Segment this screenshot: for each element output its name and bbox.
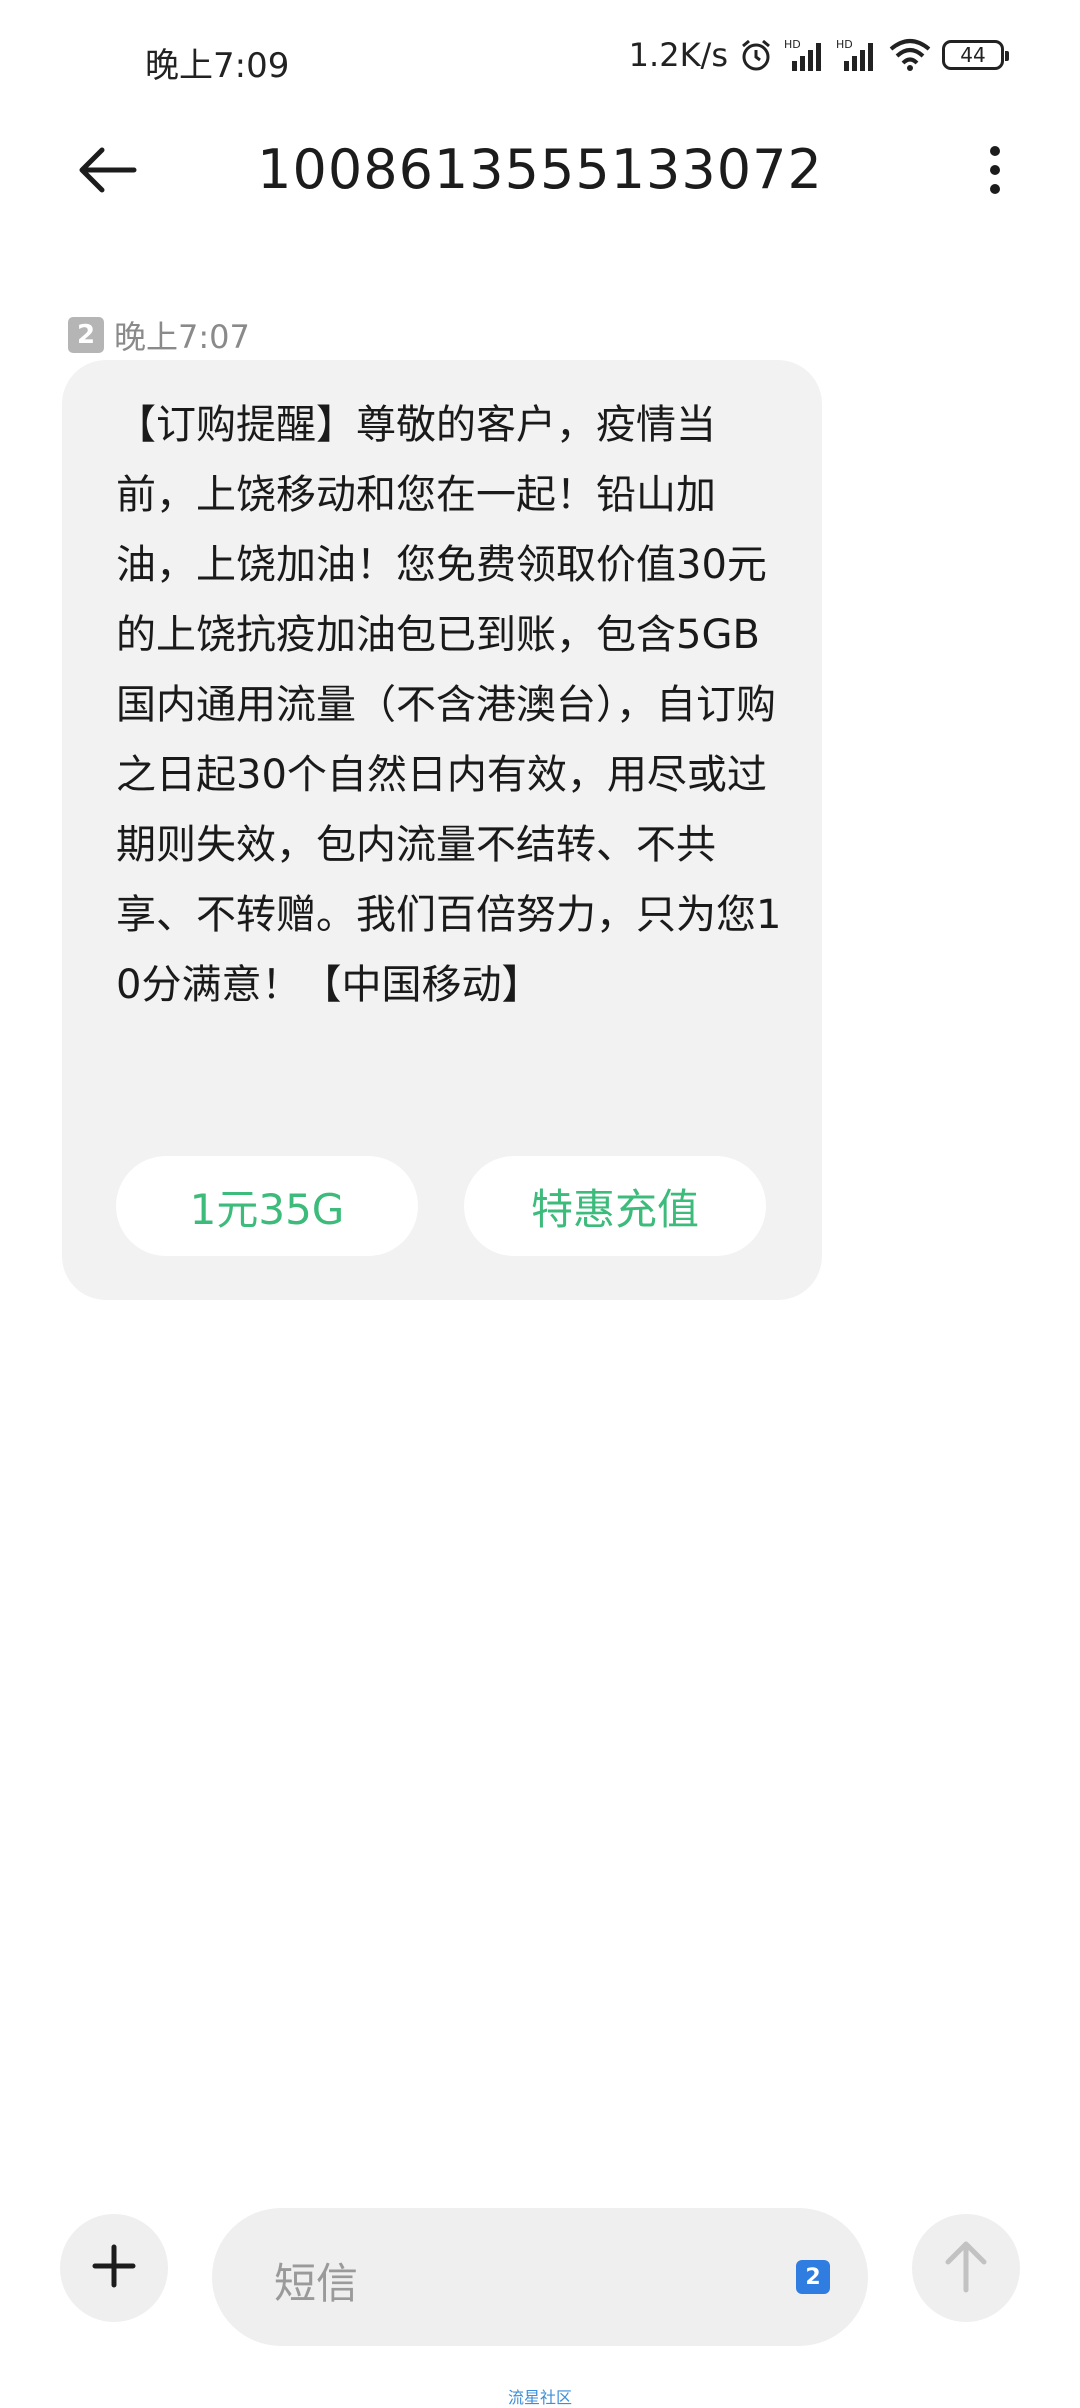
svg-text:HD: HD <box>784 38 801 51</box>
wifi-icon <box>888 37 932 73</box>
page-title: 1008613555133072 <box>257 138 823 201</box>
quick-action-button-2[interactable]: 特惠充值 <box>464 1156 766 1256</box>
hd-signal-icon: HD <box>836 37 878 73</box>
alarm-icon <box>738 37 774 73</box>
sms-placeholder: 短信 <box>274 2259 359 2308</box>
sim-slot-badge: 2 <box>68 317 104 353</box>
sms-input[interactable]: 短信 2 <box>212 2208 868 2346</box>
battery-icon: 44 <box>942 40 1009 70</box>
send-button[interactable] <box>912 2214 1020 2322</box>
sim-selector-badge[interactable]: 2 <box>796 2260 830 2294</box>
hd-signal-icon: HD <box>784 37 826 73</box>
network-speed: 1.2K/s <box>628 36 728 74</box>
battery-level: 44 <box>960 43 986 67</box>
message-bubble[interactable]: 【订购提醒】尊敬的客户，疫情当前，上饶移动和您在一起！铅山加油，上饶加油！您免费… <box>62 360 822 1300</box>
message-time: 晚上7:07 <box>114 318 250 356</box>
compose-bar: 短信 2 <box>0 2208 1080 2360</box>
conversation-header: 1008613555133072 <box>0 120 1080 220</box>
status-icons: 1.2K/s HD HD 44 <box>628 36 1009 74</box>
more-vertical-icon[interactable] <box>980 142 1010 198</box>
message-actions: 1元35G 特惠充值 <box>116 1156 766 1256</box>
svg-text:HD: HD <box>836 38 853 51</box>
message-text: 【订购提醒】尊敬的客户，疫情当前，上饶移动和您在一起！铅山加油，上饶加油！您免费… <box>116 402 782 1008</box>
status-bar: 晚上7:09 1.2K/s HD HD 44 <box>0 0 1080 120</box>
plus-icon <box>89 2241 139 2295</box>
watermark: 流星社区 <box>507 2388 572 2407</box>
status-time: 晚上7:09 <box>145 46 290 86</box>
arrow-up-icon <box>941 2238 991 2298</box>
add-attachment-button[interactable] <box>60 2214 168 2322</box>
quick-action-button-1[interactable]: 1元35G <box>116 1156 418 1256</box>
message-meta: 2 晚上7:07 <box>68 312 250 358</box>
